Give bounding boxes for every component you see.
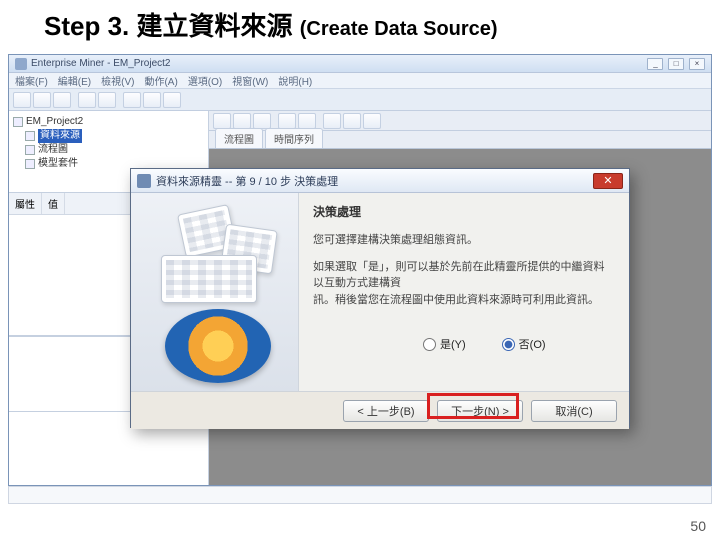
radio-yes-input[interactable] [423, 338, 436, 351]
canvas-tool-button[interactable] [233, 113, 251, 129]
wizard-text-2: 如果選取「是」，則可以基於先前在此精靈所提供的中繼資料以互動方式建構資 訊。稍後… [313, 259, 615, 309]
decor-target-icon [165, 309, 271, 383]
wizard-text-1: 您可選擇建構決策處理組態資訊。 [313, 232, 615, 249]
app-icon [15, 58, 27, 70]
tab-flow[interactable]: 流程圖 [215, 128, 263, 148]
wizard-dialog: 資料來源精靈 -- 第 9 / 10 步 決策處理 ✕ 決策處理 您可選擇建構決… [130, 168, 630, 428]
app-title: Enterprise Miner - EM_Project2 [31, 58, 171, 69]
tree-item-diagram[interactable]: 流程圖 [38, 143, 68, 157]
tree-item-model[interactable]: 模型套件 [38, 157, 78, 171]
window-buttons: _ □ × [645, 58, 705, 70]
wizard-close-button[interactable]: ✕ [593, 173, 623, 189]
decor-grid-icon [161, 255, 257, 303]
radio-no-input[interactable] [502, 338, 515, 351]
tool-button[interactable] [143, 92, 161, 108]
slide-title: Step 3. 建立資料來源 (Create Data Source) [0, 0, 720, 47]
toolbar [9, 89, 711, 111]
minimize-button[interactable]: _ [647, 58, 663, 70]
page-number: 50 [690, 518, 706, 534]
tool-button[interactable] [98, 92, 116, 108]
tab-timeseries[interactable]: 時間序列 [265, 128, 323, 148]
title-paren: (Create Data Source) [300, 18, 498, 40]
cancel-button[interactable]: 取消(C) [531, 400, 617, 422]
menu-action[interactable]: 動作(A) [144, 73, 177, 88]
folder-icon [25, 145, 35, 155]
tool-button[interactable] [53, 92, 71, 108]
tree-item-datasource[interactable]: 資料來源 [38, 129, 82, 143]
wizard-content: 決策處理 您可選擇建構決策處理組態資訊。 如果選取「是」，則可以基於先前在此精靈… [299, 193, 629, 391]
menu-view[interactable]: 檢視(V) [101, 73, 134, 88]
close-button[interactable]: × [689, 58, 705, 70]
status-bar [8, 486, 712, 504]
folder-icon [25, 131, 35, 141]
menu-file[interactable]: 檔案(F) [15, 73, 48, 88]
wizard-graphic [131, 193, 299, 391]
folder-icon [25, 159, 35, 169]
menu-edit[interactable]: 編輯(E) [58, 73, 91, 88]
app-titlebar[interactable]: Enterprise Miner - EM_Project2 _ □ × [9, 55, 711, 73]
title-cjk: 建立資料來源 [136, 12, 292, 41]
wizard-titlebar[interactable]: 資料來源精靈 -- 第 9 / 10 步 決策處理 ✕ [131, 169, 629, 193]
canvas-tool-button[interactable] [213, 113, 231, 129]
canvas-tool-button[interactable] [253, 113, 271, 129]
tree-root[interactable]: EM_Project2 [26, 115, 83, 129]
canvas-tool-button[interactable] [343, 113, 361, 129]
wizard-heading: 決策處理 [313, 203, 615, 220]
canvas-tool-button[interactable] [278, 113, 296, 129]
tool-button[interactable] [78, 92, 96, 108]
menu-option[interactable]: 選項(O) [188, 73, 222, 88]
tool-button[interactable] [123, 92, 141, 108]
radio-group: 是(Y) 否(O) [313, 336, 615, 352]
tool-button[interactable] [33, 92, 51, 108]
maximize-button[interactable]: □ [668, 58, 684, 70]
menu-bar[interactable]: 檔案(F) 編輯(E) 檢視(V) 動作(A) 選項(O) 視窗(W) 說明(H… [9, 73, 711, 89]
canvas-tool-button[interactable] [323, 113, 341, 129]
step-label: Step 3. [44, 11, 129, 41]
wizard-button-row: < 上一步(B) 下一步(N) > 取消(C) [131, 391, 629, 429]
back-button[interactable]: < 上一步(B) [343, 400, 429, 422]
radio-no[interactable]: 否(O) [502, 336, 546, 352]
canvas-tool-button[interactable] [298, 113, 316, 129]
folder-icon [13, 117, 23, 127]
menu-window[interactable]: 視窗(W) [232, 73, 268, 88]
prop-header-name[interactable]: 屬性 [9, 193, 42, 214]
radio-yes[interactable]: 是(Y) [423, 336, 466, 352]
wizard-icon [137, 174, 151, 188]
canvas-tool-button[interactable] [363, 113, 381, 129]
tool-button[interactable] [163, 92, 181, 108]
wizard-title-text: 資料來源精靈 -- 第 9 / 10 步 決策處理 [156, 173, 338, 189]
menu-help[interactable]: 說明(H) [278, 73, 312, 88]
tool-button[interactable] [13, 92, 31, 108]
canvas-tabs: 流程圖 時間序列 [209, 131, 711, 149]
next-button[interactable]: 下一步(N) > [437, 400, 523, 422]
prop-header-value[interactable]: 值 [42, 193, 65, 214]
